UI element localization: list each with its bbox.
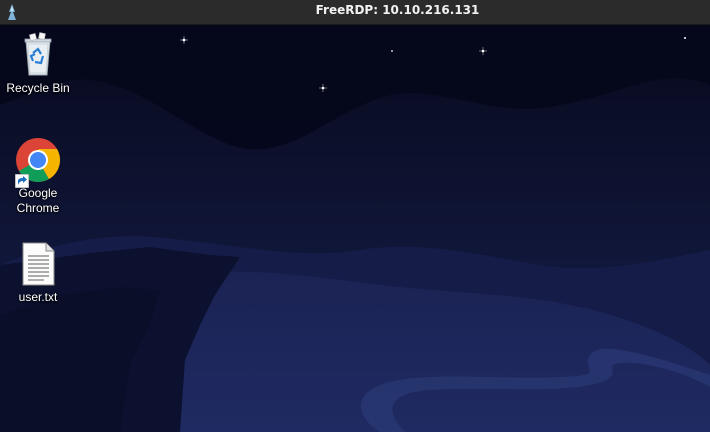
desktop-icon-recycle-bin[interactable]: Recycle Bin <box>0 31 76 96</box>
night-landscape-wallpaper <box>0 25 710 432</box>
window-title: FreeRDP: 10.10.216.131 <box>315 3 480 17</box>
desktop-icon-user-txt[interactable]: user.txt <box>0 240 76 305</box>
text-file-icon <box>14 240 62 288</box>
recycle-bin-icon <box>14 31 62 79</box>
shortcut-arrow-icon <box>14 173 30 189</box>
chrome-label: Google Chrome <box>16 186 60 215</box>
chrome-icon <box>14 136 62 189</box>
user-txt-label: user.txt <box>18 290 58 304</box>
desktop-icon-google-chrome[interactable]: Google Chrome <box>0 136 76 216</box>
recycle-bin-label: Recycle Bin <box>6 81 70 95</box>
window-titlebar[interactable]: FreeRDP: 10.10.216.131 <box>0 0 710 25</box>
remote-desktop-screen: FreeRDP: 10.10.216.131 Recycle Bin Googl… <box>0 0 710 432</box>
